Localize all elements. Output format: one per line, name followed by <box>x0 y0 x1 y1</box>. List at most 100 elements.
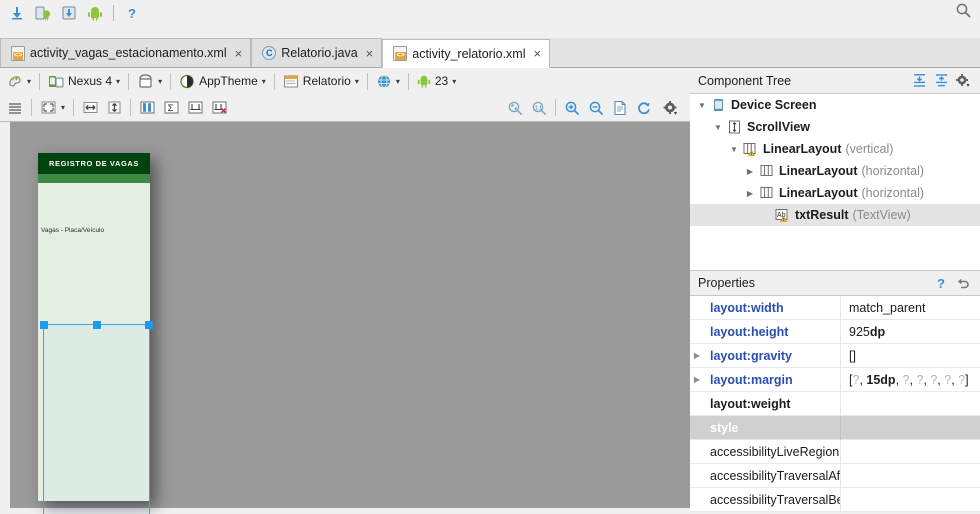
close-icon[interactable]: × <box>533 46 541 61</box>
tree-node-label: ScrollView <box>747 120 810 134</box>
property-row-accessibility-live-region[interactable]: accessibilityLiveRegion <box>690 439 980 464</box>
row-expander <box>690 488 704 512</box>
tab-label: activity_vagas_estacionamento.xml <box>30 46 227 60</box>
properties-table[interactable]: layout:width match_parent layout:height … <box>690 295 980 512</box>
arrows-vertical-icon[interactable] <box>102 97 126 119</box>
zoom-fit-icon[interactable] <box>503 97 527 119</box>
chevron-right-icon[interactable]: ▶ <box>742 160 758 182</box>
property-row-accessibility-traversal-after[interactable]: accessibilityTraversalAfte <box>690 463 980 488</box>
design-mode-selector[interactable]: ▾ <box>3 71 35 92</box>
tab-relatorio-java[interactable]: C Relatorio.java × <box>251 38 383 67</box>
sdk-manager-icon[interactable] <box>56 2 82 24</box>
activity-selector[interactable]: Relatorio ▾ <box>279 71 363 92</box>
avd-manager-icon[interactable] <box>30 2 56 24</box>
canvas-bottom-gutter <box>0 508 690 514</box>
restore-default-icon[interactable] <box>952 273 974 293</box>
tab-activity-vagas-estacionamento-xml[interactable]: activity_vagas_estacionamento.xml × <box>0 38 252 67</box>
tree-node-linearlayout-vertical[interactable]: ▼ ! LinearLayout (vertical) <box>690 138 980 160</box>
sigma-icon[interactable]: Σ <box>159 97 183 119</box>
properties-header: Properties ? <box>690 270 980 296</box>
tree-node-sublabel: (horizontal) <box>861 186 925 200</box>
orientation-selector[interactable]: ▾ <box>133 71 166 92</box>
chevron-down-icon: ▾ <box>61 103 66 112</box>
vagas-placa-veiculo-label: Vagas - Placa/Veículo <box>41 227 105 234</box>
chevron-down-icon: ▾ <box>27 76 32 86</box>
columns-icon[interactable] <box>135 97 159 119</box>
sync-gradle-icon[interactable] <box>4 2 30 24</box>
locale-selector[interactable]: ▾ <box>372 71 404 92</box>
property-row-accessibility-traversal-before[interactable]: accessibilityTraversalBefc <box>690 487 980 512</box>
tab-filler <box>550 38 980 67</box>
property-name: layout:width <box>704 295 841 320</box>
chevron-right-icon[interactable]: ▶ <box>690 368 704 392</box>
device-selector-label: Nexus 4 <box>68 74 113 88</box>
tree-node-linearlayout-horizontal-2[interactable]: ▶ LinearLayout (horizontal) <box>690 182 980 204</box>
chevron-down-icon[interactable]: ▼ <box>710 116 726 138</box>
api-level-selector[interactable]: 23 ▾ <box>413 71 460 92</box>
theme-selector[interactable]: AppTheme ▾ <box>175 71 270 92</box>
arrows-horizontal-icon[interactable] <box>78 97 102 119</box>
chevron-down-icon[interactable]: ▼ <box>726 138 742 160</box>
tree-node-device-screen[interactable]: ▼ Device Screen <box>690 94 980 116</box>
close-icon[interactable]: × <box>366 46 374 61</box>
help-icon[interactable]: ? <box>119 2 145 24</box>
app-header-title: REGISTRO DE VAGAS <box>48 159 140 168</box>
property-row-layout-margin[interactable]: ▶ layout:margin [?, 15dp, ?, ?, ?, ?, ?] <box>690 367 980 392</box>
canvas-left-gutter <box>0 122 10 514</box>
device-preview[interactable]: REGISTRO DE VAGAS Vagas - Placa/Veículo <box>38 153 150 501</box>
list-icon[interactable] <box>3 97 27 119</box>
property-value[interactable]: match_parent <box>841 301 925 315</box>
tree-node-label: LinearLayout <box>779 164 858 178</box>
collapse-all-icon[interactable] <box>930 71 952 91</box>
tree-settings-gear-icon[interactable]: ▾ <box>952 71 974 91</box>
refresh-icon[interactable] <box>632 97 656 119</box>
android-studio-layout-editor: ? activity_vagas_estacionamento.xml × C … <box>0 0 980 514</box>
close-icon[interactable]: × <box>235 46 243 61</box>
design-preview-canvas[interactable]: REGISTRO DE VAGAS Vagas - Placa/Veículo <box>0 122 690 514</box>
property-value[interactable]: [?, 15dp, ?, ?, ?, ?, ?] <box>841 373 969 387</box>
toolbar-separator <box>273 72 275 90</box>
margin-sep-2: , <box>895 372 903 387</box>
property-row-layout-width[interactable]: layout:width match_parent <box>690 295 980 320</box>
baseline-icon[interactable] <box>183 97 207 119</box>
component-tree[interactable]: ▼ Device Screen ▼ ScrollView ▼ ! LinearL… <box>690 94 980 270</box>
tab-activity-relatorio-xml[interactable]: activity_relatorio.xml × <box>382 39 551 68</box>
property-name: accessibilityTraversalAfte <box>704 463 841 488</box>
clear-constraints-icon[interactable] <box>207 97 231 119</box>
android-device-monitor-icon[interactable] <box>82 2 108 24</box>
tree-node-no-children <box>758 204 774 226</box>
chevron-right-icon[interactable]: ▶ <box>742 182 758 204</box>
zoom-actual-icon[interactable]: 1:1 <box>527 97 551 119</box>
xml-file-icon <box>393 46 408 61</box>
property-row-style[interactable]: style <box>690 415 980 440</box>
tree-node-label: Device Screen <box>731 98 817 112</box>
document-icon[interactable] <box>608 97 632 119</box>
api-level-label: 23 <box>434 74 449 88</box>
zoom-controls: 1:1 ▾ <box>503 97 690 119</box>
search-icon[interactable] <box>955 2 972 19</box>
chevron-down-icon[interactable]: ▼ <box>694 94 710 116</box>
property-row-layout-gravity[interactable]: ▶ layout:gravity [] <box>690 343 980 368</box>
property-row-layout-weight[interactable]: layout:weight <box>690 391 980 416</box>
svg-text:Σ: Σ <box>167 103 173 114</box>
gear-icon[interactable]: ▾ <box>656 97 684 119</box>
toolbar-separator <box>407 72 409 90</box>
expand-all-icon[interactable] <box>908 71 930 91</box>
device-selector[interactable]: Nexus 4 ▾ <box>44 71 124 92</box>
tree-node-linearlayout-horizontal-1[interactable]: ▶ LinearLayout (horizontal) <box>690 160 980 182</box>
toolbar-separator <box>366 72 368 90</box>
property-name: layout:height <box>704 319 841 344</box>
zoom-out-icon[interactable] <box>584 97 608 119</box>
tree-node-scrollview[interactable]: ▼ ScrollView <box>690 116 980 138</box>
property-row-layout-height[interactable]: layout:height 925dp <box>690 319 980 344</box>
chevron-right-icon[interactable]: ▶ <box>690 344 704 368</box>
xml-file-icon <box>11 45 25 61</box>
zoom-in-icon[interactable] <box>560 97 584 119</box>
tree-node-txtresult[interactable]: Ab ! txtResult (TextView) <box>690 204 980 226</box>
margin-value-number: 15 <box>866 372 881 387</box>
help-icon[interactable]: ? <box>930 273 952 293</box>
tree-node-sublabel: (horizontal) <box>861 164 925 178</box>
expand-all-icon[interactable]: ▾ <box>36 97 69 118</box>
property-value[interactable]: 925dp <box>841 325 885 339</box>
property-value[interactable]: [] <box>841 349 856 363</box>
